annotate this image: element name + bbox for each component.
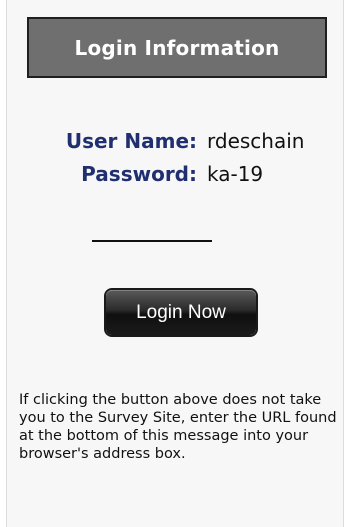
username-value: rdeschain xyxy=(207,129,305,153)
separator-line xyxy=(92,240,212,242)
login-info-title: Login Information xyxy=(74,35,280,60)
login-info-panel: Login Information User Name: rdeschain P… xyxy=(6,0,344,527)
password-label: Password: xyxy=(81,162,197,186)
login-now-label: Login Now xyxy=(136,301,226,323)
login-now-button[interactable]: Login Now xyxy=(106,290,256,335)
login-info-header: Login Information xyxy=(27,17,327,78)
help-text: If clicking the button above does not ta… xyxy=(19,392,337,462)
password-value: ka-19 xyxy=(207,162,264,186)
username-label: User Name: xyxy=(65,129,197,153)
